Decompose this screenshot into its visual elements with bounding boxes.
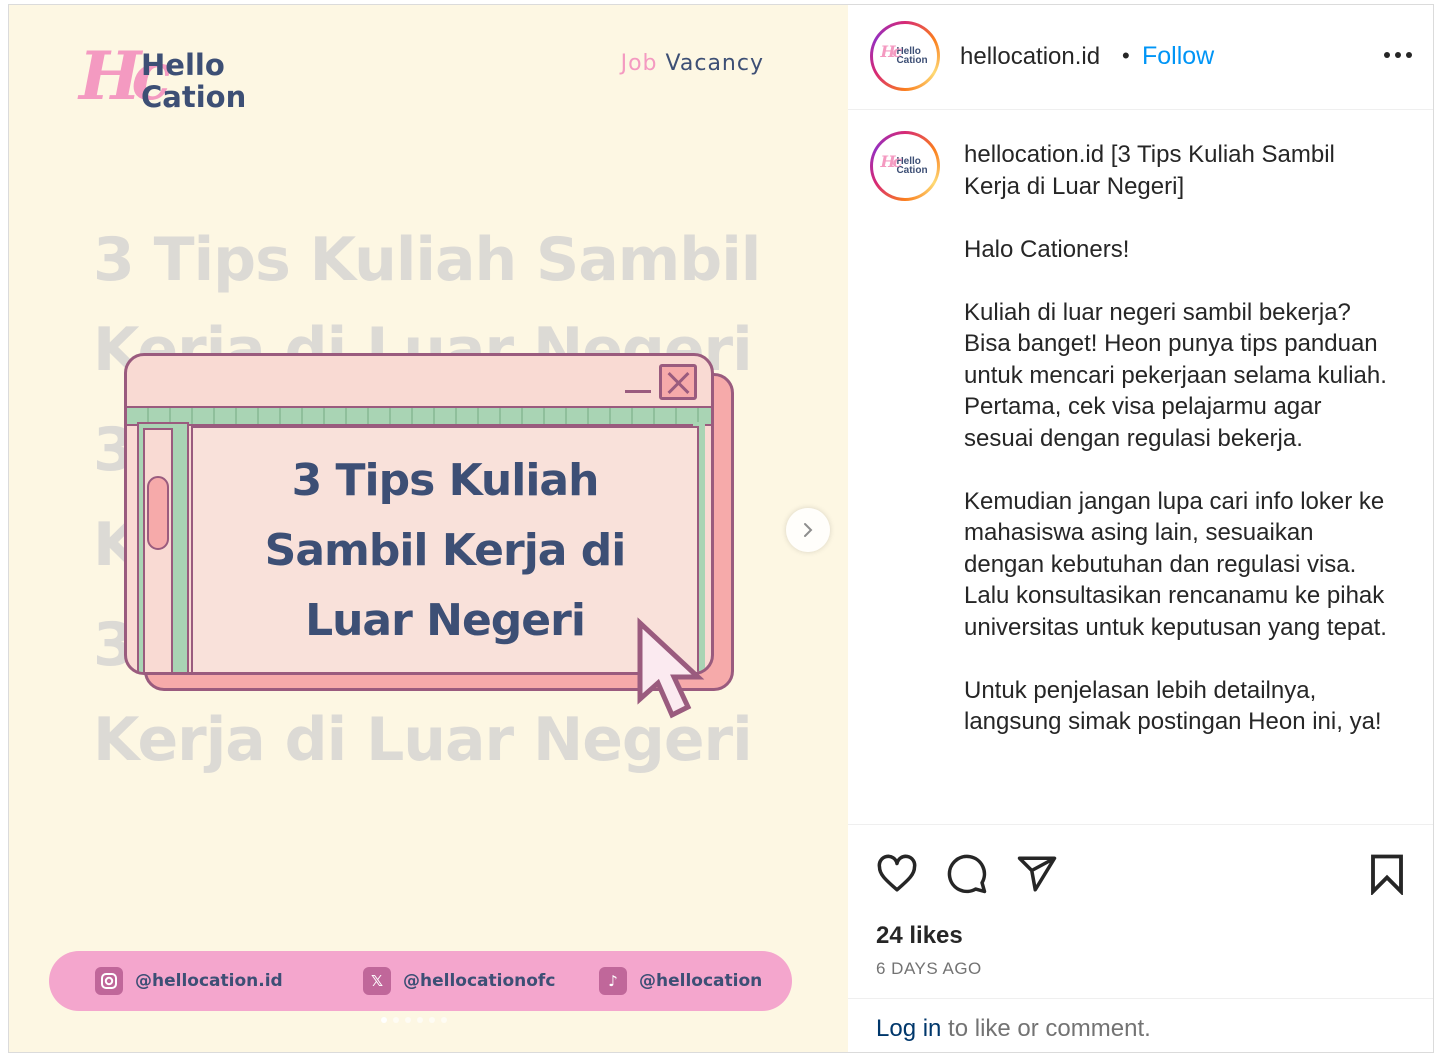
login-link[interactable]: Log in bbox=[876, 1015, 941, 1042]
follow-button[interactable]: Follow bbox=[1142, 42, 1214, 71]
window-illustration: 3 Tips Kuliah Sambil Kerja di Luar Neger… bbox=[124, 353, 714, 675]
social-x: 𝕏 @hellocationofc bbox=[363, 965, 555, 997]
socials-bar: @hellocation.id 𝕏 @hellocationofc ♪ @hel… bbox=[49, 951, 792, 1011]
minimize-icon bbox=[625, 390, 651, 393]
social-tiktok: ♪ @hellocation bbox=[599, 965, 762, 997]
slide-dot bbox=[393, 1017, 399, 1023]
login-prompt-text: to like or comment. bbox=[941, 1015, 1151, 1042]
likes-count[interactable]: 24 likes bbox=[876, 922, 963, 950]
job-vacancy-tag: Job Vacancy bbox=[620, 51, 764, 76]
post-timestamp[interactable]: 6 DAYS AGO bbox=[876, 959, 982, 979]
slide-dot bbox=[405, 1017, 411, 1023]
instagram-icon bbox=[95, 967, 123, 995]
caption-paragraph: Untuk penjelasan lebih detailnya, langsu… bbox=[964, 676, 1382, 736]
x-twitter-icon: 𝕏 bbox=[363, 967, 391, 995]
logo-line-1: Hello bbox=[141, 48, 225, 82]
post-sidebar: HelloCation hellocation.id • Follow Hell… bbox=[848, 5, 1433, 1052]
slide-title: 3 Tips Kuliah Sambil Kerja di Luar Neger… bbox=[264, 455, 627, 646]
comment-icon[interactable] bbox=[946, 853, 988, 895]
slide-dot bbox=[381, 1017, 387, 1023]
slide-indicator bbox=[381, 1017, 447, 1023]
background-text: 3 Tips Kuliah Sambil bbox=[93, 225, 761, 295]
post-modal: Hc Hello Cation Job Vacancy 3 Tips Kulia… bbox=[8, 4, 1434, 1053]
caption-scroll-area[interactable]: HelloCation hellocation.id [3 Tips Kulia… bbox=[848, 111, 1433, 824]
username-link[interactable]: hellocation.id bbox=[960, 43, 1100, 71]
caption-paragraph: Kuliah di luar negeri sambil bekerja? Bi… bbox=[964, 298, 1387, 452]
slide-dot bbox=[429, 1017, 435, 1023]
login-prompt: Log in to like or comment. bbox=[848, 998, 1433, 1052]
hellocation-logo: Hc Hello Cation bbox=[79, 41, 279, 121]
next-slide-button[interactable] bbox=[786, 508, 830, 552]
window-scrollbar bbox=[137, 422, 189, 672]
dot-separator: • bbox=[1122, 43, 1130, 68]
caption: hellocation.id [3 Tips Kuliah Sambil Ker… bbox=[964, 139, 1394, 769]
tiktok-icon: ♪ bbox=[599, 967, 627, 995]
post-header: HelloCation hellocation.id • Follow bbox=[848, 5, 1433, 110]
window-ruler bbox=[127, 406, 711, 426]
heart-icon[interactable] bbox=[876, 853, 918, 895]
window-content: 3 Tips Kuliah Sambil Kerja di Luar Neger… bbox=[191, 426, 699, 672]
slide-dot bbox=[441, 1017, 447, 1023]
social-instagram: @hellocation.id bbox=[95, 965, 283, 997]
chevron-right-icon bbox=[804, 523, 813, 537]
more-options-icon[interactable] bbox=[1380, 43, 1416, 67]
avatar[interactable]: HelloCation bbox=[870, 21, 940, 91]
caption-paragraph: Halo Cationers! bbox=[964, 235, 1130, 263]
post-actions: 24 likes 6 DAYS AGO Log in to like or co… bbox=[848, 824, 1433, 1052]
logo-line-2: Cation bbox=[141, 80, 247, 114]
bookmark-icon[interactable] bbox=[1366, 853, 1408, 895]
avatar[interactable]: HelloCation bbox=[870, 131, 940, 201]
caption-username[interactable]: hellocation.id bbox=[964, 141, 1104, 168]
share-icon[interactable] bbox=[1016, 853, 1058, 895]
caption-paragraph: Kemudian jangan lupa cari info loker ke … bbox=[964, 487, 1387, 641]
scroll-thumb bbox=[147, 476, 169, 550]
post-media[interactable]: Hc Hello Cation Job Vacancy 3 Tips Kulia… bbox=[9, 5, 848, 1052]
slide-dot bbox=[417, 1017, 423, 1023]
close-icon bbox=[659, 364, 697, 400]
pointer-cursor-icon bbox=[637, 617, 705, 719]
